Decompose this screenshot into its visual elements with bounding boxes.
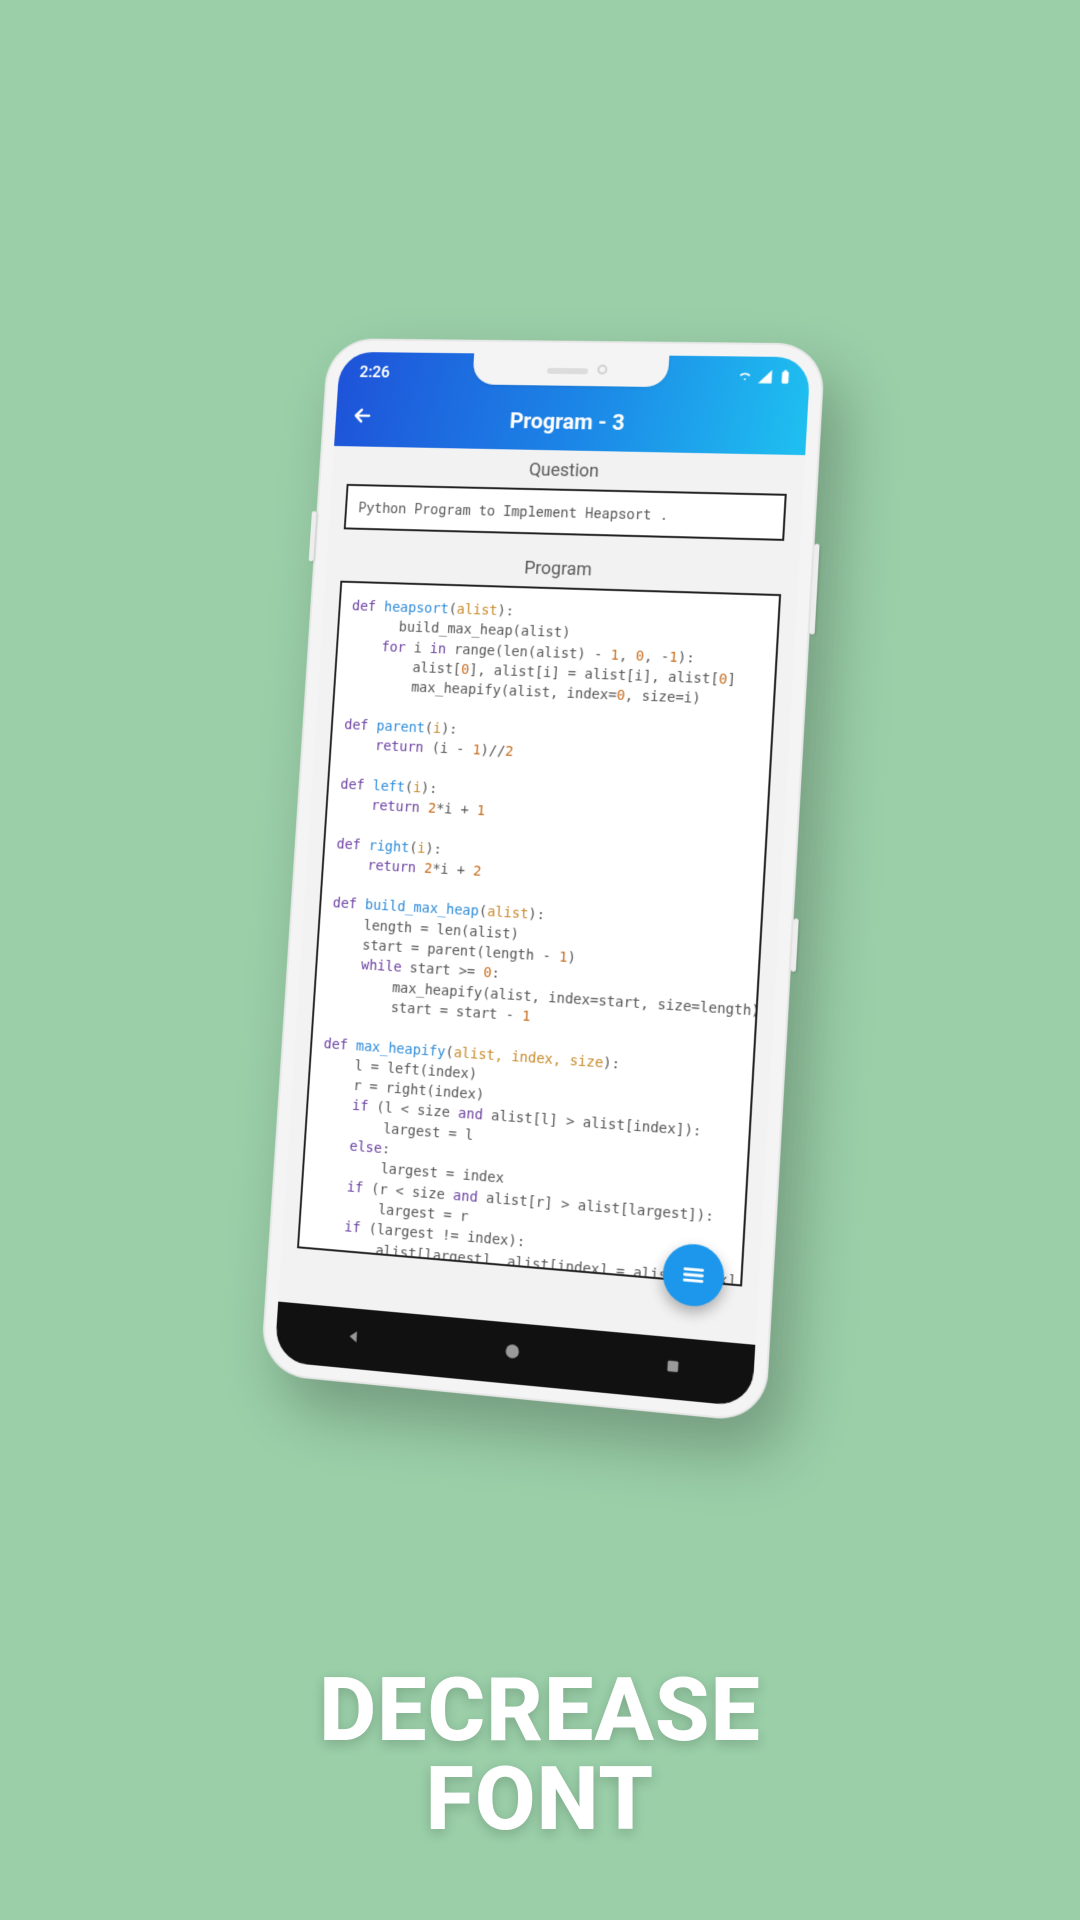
nav-back-icon[interactable] [343, 1325, 366, 1353]
nav-recent-icon[interactable] [663, 1356, 683, 1380]
promo-caption: DECREASE FONT [0, 1666, 1080, 1846]
nav-home-icon[interactable] [502, 1340, 523, 1366]
page-title: Program - 3 [335, 406, 807, 439]
program-code-card[interactable]: def heapsort(alist): build_max_heap(alis… [297, 581, 781, 1287]
code-content: def heapsort(alist): build_max_heap(alis… [303, 597, 766, 1287]
signal-icon [757, 369, 774, 385]
phone-body: 2:26 Program - 3 Question [260, 338, 826, 1423]
power-button [309, 511, 317, 561]
content-area[interactable]: Question Python Program to Implement Hea… [278, 446, 805, 1345]
question-text: Python Program to Implement Heapsort . [358, 498, 669, 524]
menu-icon [679, 1261, 707, 1290]
volume-button [809, 544, 819, 635]
back-button[interactable] [350, 404, 375, 433]
screen: 2:26 Program - 3 Question [274, 352, 810, 1407]
status-icons [737, 368, 794, 385]
question-card: Python Program to Implement Heapsort . [344, 484, 787, 541]
side-button [791, 918, 799, 971]
menu-fab-button[interactable] [661, 1242, 726, 1309]
android-navbar [274, 1302, 755, 1407]
caption-line-1: DECREASE [0, 1666, 1080, 1756]
wifi-icon [737, 368, 754, 384]
phone-mockup: 2:26 Program - 3 Question [260, 338, 826, 1423]
caption-line-2: FONT [0, 1755, 1080, 1845]
status-time: 2:26 [353, 362, 390, 381]
battery-icon [777, 369, 794, 385]
notch [472, 353, 669, 387]
